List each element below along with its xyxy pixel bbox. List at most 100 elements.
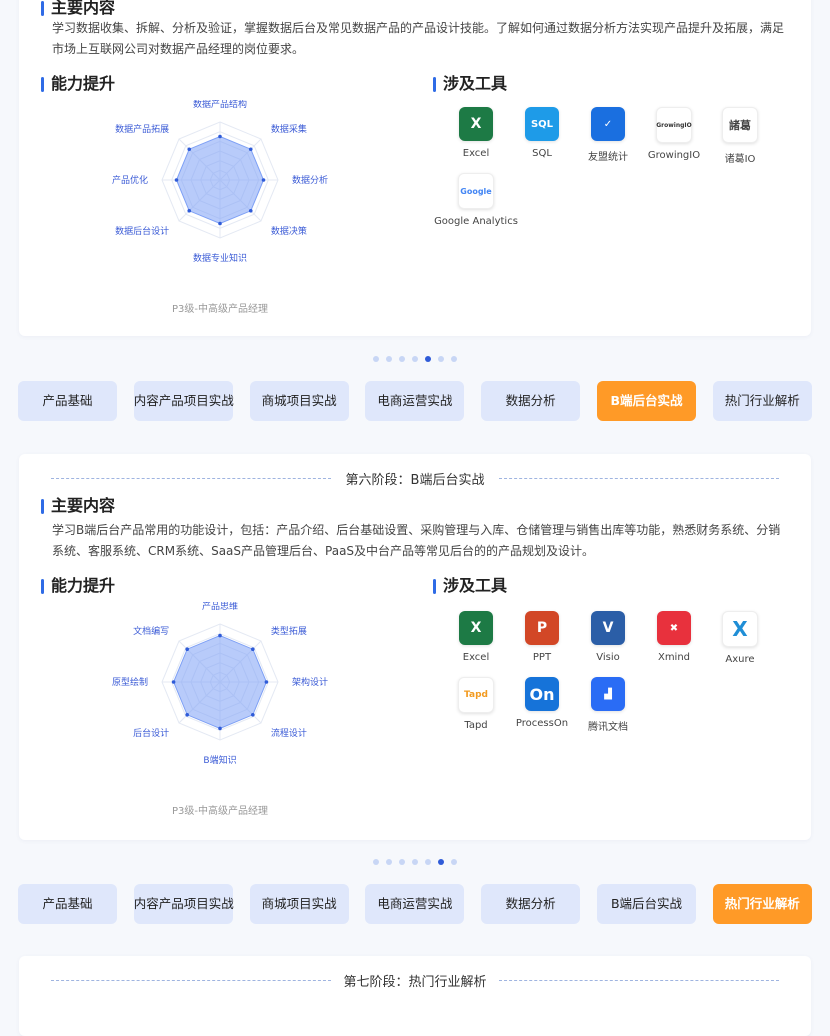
carousel-dot[interactable] — [438, 859, 444, 865]
stage-tab[interactable]: 产品基础 — [18, 381, 117, 421]
tool-label: Excel — [462, 652, 490, 663]
radar-point — [174, 178, 179, 182]
stage-card-data-analysis: 主要内容 学习数据收集、拆解、分析及验证，掌握数据后台及常见数据产品的产品设计技… — [19, 0, 811, 336]
radar-point — [185, 647, 189, 651]
sql-icon: SQL — [525, 107, 559, 141]
radar-point — [248, 208, 253, 213]
carousel-dot[interactable] — [386, 859, 392, 865]
main-content-description: 学习B端后台产品常用的功能设计，包括：产品介绍、后台基础设置、采购管理与入库、仓… — [52, 520, 792, 562]
tool-item: ✓ 友盟统计 — [575, 107, 641, 163]
carousel-dot[interactable] — [412, 859, 418, 865]
google-icon: Google — [458, 173, 494, 209]
tool-item: GrowingIO GrowingIO — [641, 107, 707, 161]
carousel-dot[interactable] — [425, 859, 431, 865]
tool-item: Google Google Analytics — [431, 173, 521, 227]
tool-label: Xmind — [657, 652, 691, 663]
radar-label: 数据决策 — [271, 225, 307, 237]
radar-label: 数据后台设计 — [115, 225, 169, 237]
stage-tab[interactable]: 电商运营实战 — [365, 884, 465, 924]
tool-label: SQL — [532, 148, 552, 159]
carousel-dot[interactable] — [399, 356, 405, 362]
radar-point — [261, 178, 266, 182]
stage-tab[interactable]: 电商运营实战 — [365, 381, 465, 421]
stage-tab[interactable]: 商城项目实战 — [249, 884, 349, 924]
carousel-dot[interactable] — [438, 356, 444, 362]
radar-label: 产品优化 — [112, 174, 148, 186]
radar-point — [185, 713, 189, 717]
tool-item: On ProcessOn — [509, 677, 575, 729]
carousel-dot[interactable] — [373, 859, 379, 865]
carousel-dot[interactable] — [425, 356, 431, 362]
radar-label: 类型拓展 — [271, 625, 307, 637]
carousel-dot[interactable] — [399, 859, 405, 865]
radar-label: 数据产品拓展 — [115, 123, 169, 135]
main-content-heading: 主要内容 — [41, 0, 115, 18]
stage-card-industry: 第七阶段：热门行业解析 — [19, 956, 811, 1036]
ability-radar-chart: 产品思维类型拓展架构设计流程设计 B端知识 后台设计 原型绘制 文档编写 — [112, 602, 328, 766]
description-line: 系统、客服系统、CRM系统、SaaS产品管理后台、PaaS及中台产品等常见后台的… — [52, 544, 595, 558]
dashed-divider — [499, 980, 779, 981]
tools-heading: 涉及工具 — [433, 576, 507, 596]
carousel-dot[interactable] — [451, 859, 457, 865]
carousel-dots — [0, 356, 830, 364]
tools-heading: 涉及工具 — [433, 74, 507, 94]
carousel-dot[interactable] — [386, 356, 392, 362]
growingio-icon: GrowingIO — [656, 107, 692, 143]
tool-label: Visio — [596, 652, 620, 663]
tool-item: Tapd Tapd — [443, 677, 509, 731]
carousel-dots — [0, 859, 830, 867]
radar-label: 后台设计 — [133, 727, 169, 739]
radar-point — [251, 713, 255, 717]
ability-heading: 能力提升 — [41, 74, 115, 94]
radar-label: 文档编写 — [133, 625, 169, 637]
stage-tab[interactable]: 内容产品项目实战 — [133, 381, 234, 421]
radar-point — [264, 680, 269, 684]
stage-tab[interactable]: 内容产品项目实战 — [133, 884, 234, 924]
tool-label: Excel — [462, 148, 490, 159]
main-content-heading: 主要内容 — [41, 496, 115, 516]
carousel-dot[interactable] — [451, 356, 457, 362]
radar-label: 数据采集 — [271, 123, 307, 135]
excel-icon: X — [459, 107, 493, 141]
stage-tab[interactable]: 热门行业解析 — [712, 884, 812, 924]
tool-item: X Axure — [707, 611, 773, 665]
excel-icon: X — [459, 611, 493, 645]
radar-caption: P3级-中高级产品经理 — [171, 304, 268, 315]
radar-label: 架构设计 — [292, 676, 328, 688]
tool-item: X Excel — [443, 611, 509, 663]
tool-label: ProcessOn — [515, 718, 569, 729]
xmind-icon: ✖ — [657, 611, 691, 645]
stage-tab[interactable]: 数据分析 — [481, 381, 581, 421]
radar-label: B端知识 — [203, 754, 236, 766]
carousel-dot[interactable] — [373, 356, 379, 362]
tool-item: X Excel — [443, 107, 509, 159]
tool-item: ▟ 腾讯文档 — [575, 677, 641, 733]
radar-point — [187, 208, 192, 213]
radar-point — [248, 147, 253, 152]
radar-point — [218, 221, 222, 226]
dashed-divider — [499, 478, 779, 479]
tool-label: 腾讯文档 — [588, 722, 628, 733]
tool-item: P PPT — [509, 611, 575, 663]
radar-label: 数据分析 — [292, 174, 328, 186]
tool-label: Google Analytics — [434, 216, 518, 227]
ability-heading: 能力提升 — [41, 576, 115, 596]
visio-icon: V — [591, 611, 625, 645]
ability-radar-chart: 数据产品结构数据采集数据分析数据决策数据专业知识 数据后台设计产品优化 数据产品拓展 — [112, 100, 328, 264]
tencent-docs-icon: ▟ — [591, 677, 625, 711]
stage-tab[interactable]: B端后台实战 — [597, 884, 696, 924]
umeng-icon: ✓ — [591, 107, 625, 141]
stage-tab[interactable]: 数据分析 — [481, 884, 581, 924]
carousel-dot[interactable] — [412, 356, 418, 362]
tool-label: PPT — [532, 652, 552, 663]
radar-point — [218, 134, 222, 139]
stage-tab[interactable]: 热门行业解析 — [712, 381, 812, 421]
stage-card-b-backend: 第六阶段：B端后台实战 主要内容 学习B端后台产品常用的功能设计，包括：产品介绍… — [19, 454, 811, 840]
radar-point — [218, 726, 222, 731]
stage-tab[interactable]: 商城项目实战 — [249, 381, 349, 421]
tool-label: Axure — [725, 654, 755, 665]
stage-tab[interactable]: 产品基础 — [18, 884, 117, 924]
stage-tab[interactable]: B端后台实战 — [597, 381, 696, 421]
tool-label: 友盟统计 — [588, 152, 628, 163]
tool-item: ✖ Xmind — [641, 611, 707, 663]
